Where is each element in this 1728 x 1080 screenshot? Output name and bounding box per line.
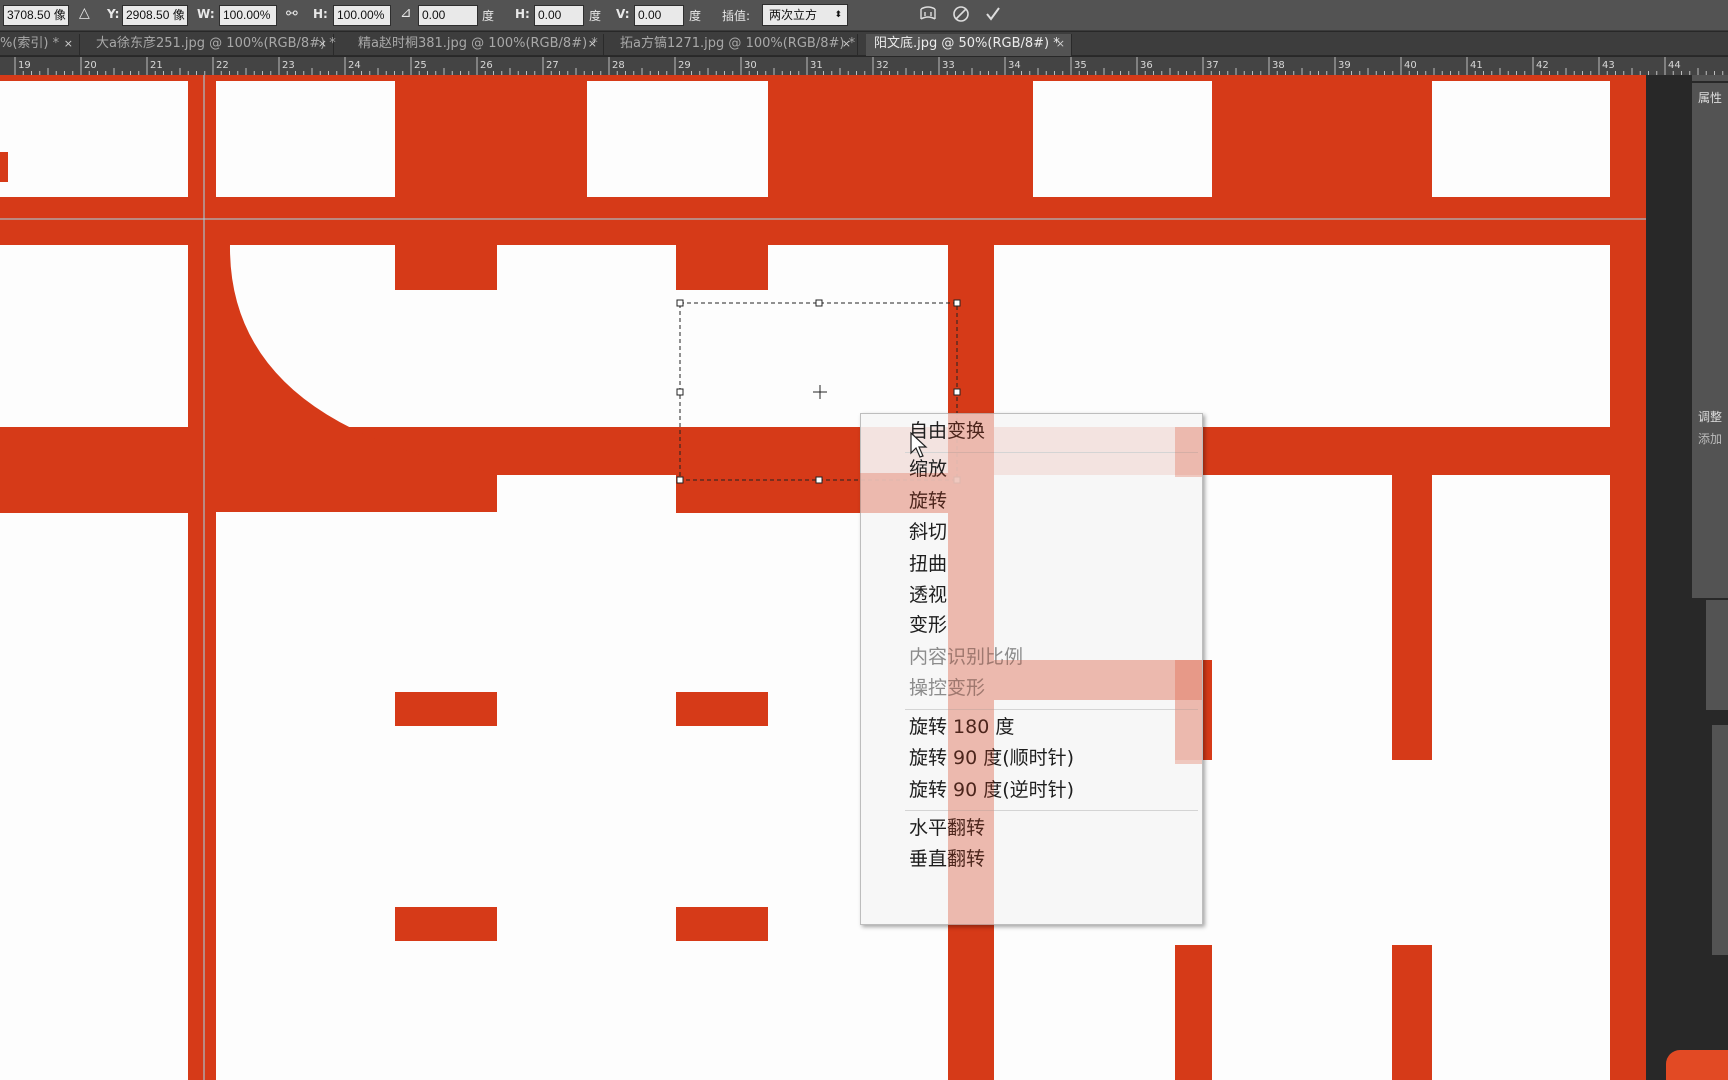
vskew-label: V: [616,7,630,21]
ruler-label: 20 [84,60,97,71]
ruler-label: 38 [1272,60,1285,71]
horizontal-ruler[interactable]: 19 20 21 22 23 24 25 26 27 28 29 30 31 32 33 34 35 36 37 38… [0,57,1728,75]
interpolation-select[interactable]: 两次立方 ⬍ [762,4,848,26]
ruler-label: 36 [1140,60,1153,71]
warp-mode-icon[interactable] [918,4,938,27]
close-icon[interactable]: × [588,34,597,54]
hskew-unit: 度 [589,9,602,23]
link-chain-icon[interactable]: ⚯ [286,6,298,22]
ruler-ticks: 19 20 21 22 23 24 25 26 27 28 29 30 31 32 33 34 35 36 37 38… [14,57,1724,75]
vskew-unit: 度 [689,9,702,23]
ruler-label: 21 [150,60,163,71]
document-tabs: %(索引) * × 大a徐东彦251.jpg @ 100%(RGB/8#) * × … [0,32,1728,56]
transform-options-bar: 3708.50 像 △ Y: 2908.50 像 W: 100.00% ⚯ H:… [0,0,1728,31]
adjust-label: 调整 [1698,410,1723,424]
tab-fanggao[interactable]: 拓a方镐1271.jpg @ 100%(RGB/8#) * × [612,34,858,56]
rotate-angle-icon: ⊿ [400,5,412,21]
mouse-cursor-icon [910,432,928,458]
ruler-label: 42 [1536,60,1549,71]
ruler-label: 31 [810,60,823,71]
ruler-label: 43 [1602,60,1615,71]
rotate-angle-field[interactable]: 0.00 [418,5,478,26]
ruler-label: 24 [348,60,361,71]
tab-index-doc[interactable]: %(索引) * × [0,34,80,56]
interpolation-value: 两次立方 [769,8,818,22]
properties-panel[interactable]: 属性 调整 添加 [1692,83,1728,598]
panel-guide [1647,180,1648,181]
canvas-show-through [1175,660,1202,764]
hskew-field[interactable]: 0.00 [534,5,584,26]
width-label: W: [197,7,215,21]
tab-label: 大a徐东彦251.jpg @ 100%(RGB/8#) * [96,36,336,51]
ruler-label: 41 [1470,60,1483,71]
menu-perspective[interactable]: 透视 [909,580,947,610]
ruler-label: 39 [1338,60,1351,71]
close-icon[interactable]: × [1056,34,1065,54]
vskew-field[interactable]: 0.00 [634,5,684,26]
add-label: 添加 [1698,432,1723,446]
tab-label: %(索引) * [0,36,60,51]
close-icon[interactable]: × [318,34,327,54]
ruler-label: 40 [1404,60,1417,71]
ruler-label: 28 [612,60,625,71]
menu-distort[interactable]: 扭曲 [909,549,947,579]
ruler-label: 33 [942,60,955,71]
seal-artwork [0,75,1646,1080]
height-field[interactable]: 100.00% [333,5,391,26]
menu-warp[interactable]: 变形 [909,610,947,640]
x-position-field[interactable]: 3708.50 像 [3,5,69,26]
ruler-label: 44 [1668,60,1681,71]
y-label: Y: [107,7,120,21]
canvas-show-through [994,660,1202,700]
tab-label: 精a赵时桐381.jpg @ 100%(RGB/8#) * [358,36,598,51]
tab-yangwendi[interactable]: 阳文底.jpg @ 50%(RGB/8#) * × [866,34,1072,56]
watermark-logo [1666,1050,1728,1080]
y-position-field[interactable]: 2908.50 像 [122,5,188,26]
ruler-label: 32 [876,60,889,71]
menu-skew[interactable]: 斜切 [909,517,947,547]
ruler-label: 30 [744,60,757,71]
right-panel-dock: 属性 调整 添加 [1646,75,1728,1080]
ruler-label: 19 [18,60,31,71]
canvas-show-through [860,473,948,513]
photoshop-window: 3708.50 像 △ Y: 2908.50 像 W: 100.00% ⚯ H:… [0,0,1728,1080]
delta-icon: △ [79,5,90,21]
ruler-label: 35 [1074,60,1087,71]
ruler-label: 37 [1206,60,1219,71]
select-arrows-icon: ⬍ [834,10,842,20]
close-icon[interactable]: × [64,34,73,54]
layers-panel[interactable] [1712,725,1728,955]
ruler-label: 23 [282,60,295,71]
commit-transform-icon[interactable] [984,5,1002,26]
tab-xudongyan[interactable]: 大a徐东彦251.jpg @ 100%(RGB/8#) * × [88,34,336,56]
canvas-show-through [948,413,994,925]
ruler-label: 26 [480,60,493,71]
close-icon[interactable]: × [842,34,851,54]
angle-unit: 度 [482,9,495,23]
canvas-show-through [1175,427,1202,477]
adjust-icons[interactable] [1706,600,1728,710]
ruler-label: 25 [414,60,427,71]
ruler-label: 29 [678,60,691,71]
hskew-label: H: [515,7,530,21]
cancel-transform-icon[interactable] [952,5,970,26]
tab-label: 拓a方镐1271.jpg @ 100%(RGB/8#) * [620,36,856,51]
tab-zhaoshitong[interactable]: 精a赵时桐381.jpg @ 100%(RGB/8#) * × [350,34,604,56]
ruler-label: 22 [216,60,229,71]
ruler-label: 27 [546,60,559,71]
width-field[interactable]: 100.00% [219,5,277,26]
interpolation-label: 插值: [722,9,751,23]
document-canvas[interactable] [0,75,1646,1080]
height-label: H: [313,7,328,21]
ruler-label: 34 [1008,60,1021,71]
tab-label: 阳文底.jpg @ 50%(RGB/8#) * [874,36,1060,51]
properties-label: 属性 [1698,91,1723,105]
